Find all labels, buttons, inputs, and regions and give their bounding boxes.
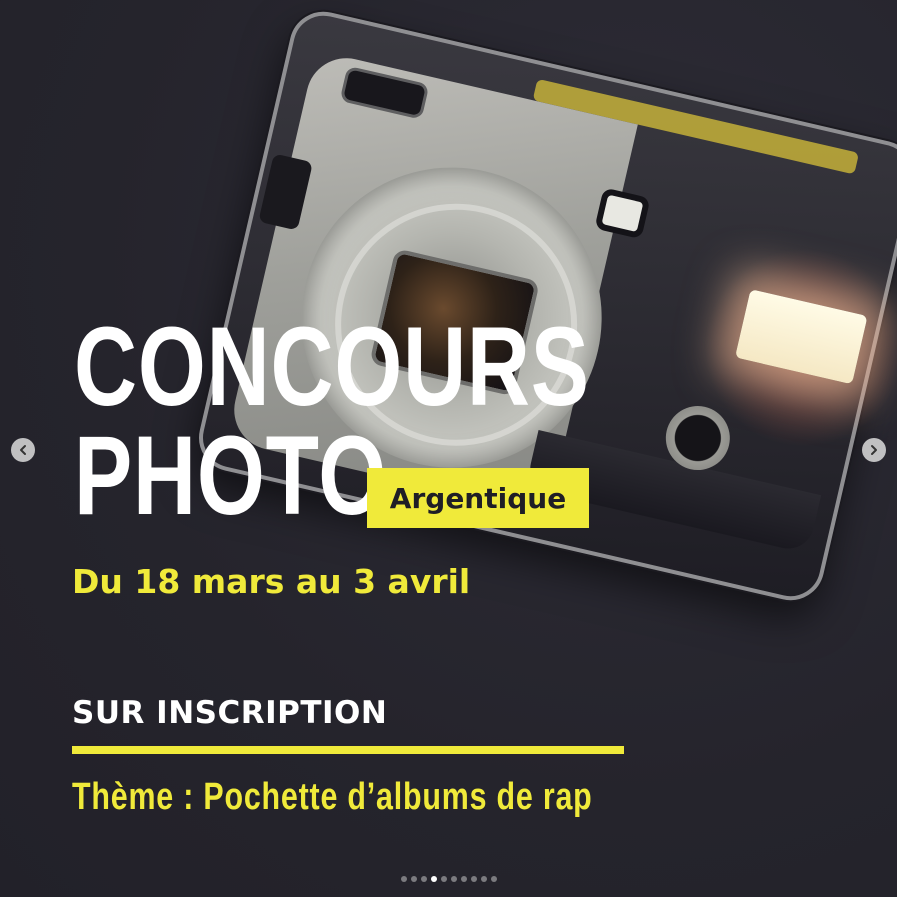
registration-note: SUR INSCRIPTION [72, 695, 388, 731]
title-line-2: PHOTO [74, 413, 387, 538]
pagination-dot[interactable] [490, 876, 497, 882]
contest-theme: Thème : Pochette d’albums de rap [72, 776, 593, 818]
pagination-dot[interactable] [430, 876, 437, 882]
pagination-dot[interactable] [470, 876, 477, 882]
pagination-dot[interactable] [440, 876, 447, 882]
carousel-pagination [0, 876, 897, 882]
divider [72, 746, 624, 754]
pagination-dot[interactable] [410, 876, 417, 882]
chevron-left-icon [20, 445, 26, 455]
category-tag: Argentique [367, 468, 589, 528]
pagination-dot[interactable] [400, 876, 407, 882]
carousel-next-button[interactable] [862, 438, 886, 462]
pagination-dot[interactable] [460, 876, 467, 882]
carousel-prev-button[interactable] [11, 438, 35, 462]
pagination-dot[interactable] [420, 876, 427, 882]
pagination-dot[interactable] [480, 876, 487, 882]
pagination-dot[interactable] [450, 876, 457, 882]
event-dates: Du 18 mars au 3 avril [72, 562, 471, 601]
title-line-1: CONCOURS [74, 304, 590, 429]
chevron-right-icon [871, 445, 877, 455]
carousel-post: CONCOURS PHOTO Argentique Du 18 mars au … [0, 0, 897, 897]
